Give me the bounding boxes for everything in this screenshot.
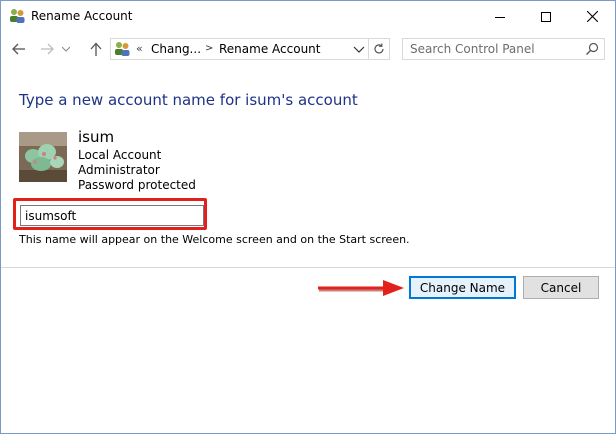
breadcrumb-separator[interactable]: > bbox=[205, 43, 213, 54]
breadcrumb-item-change[interactable]: Chang... bbox=[151, 42, 201, 56]
rename-account-window: Rename Account « Chang... > Rename Accou… bbox=[0, 0, 616, 434]
annotation-arrow bbox=[318, 280, 404, 296]
search-input[interactable]: Search Control Panel bbox=[402, 38, 605, 60]
back-button[interactable] bbox=[10, 40, 28, 58]
new-account-name-input[interactable] bbox=[20, 205, 204, 226]
divider bbox=[1, 267, 615, 268]
maximize-button[interactable] bbox=[523, 1, 569, 32]
search-icon[interactable] bbox=[585, 42, 599, 56]
name-hint-text: This name will appear on the Welcome scr… bbox=[19, 233, 410, 246]
change-name-button[interactable]: Change Name bbox=[409, 276, 516, 299]
window-title: Rename Account bbox=[31, 9, 133, 23]
users-icon bbox=[10, 9, 25, 23]
forward-arrow-icon bbox=[41, 43, 54, 55]
account-name: isum bbox=[78, 128, 115, 146]
search-placeholder: Search Control Panel bbox=[410, 42, 535, 56]
account-type: Local Account bbox=[78, 148, 162, 162]
account-password-status: Password protected bbox=[78, 178, 196, 192]
maximize-icon bbox=[541, 11, 551, 22]
account-picture bbox=[19, 132, 67, 182]
avatar bbox=[19, 132, 67, 182]
chevron-down-icon bbox=[62, 46, 70, 52]
refresh-icon bbox=[374, 43, 384, 54]
account-role: Administrator bbox=[78, 163, 160, 177]
cancel-button[interactable]: Cancel bbox=[523, 276, 599, 299]
forward-button[interactable] bbox=[38, 40, 56, 58]
refresh-button[interactable] bbox=[369, 38, 390, 60]
title-bar: Rename Account bbox=[1, 1, 615, 32]
navigation-bar: « Chang... > Rename Account Search Contr… bbox=[1, 34, 615, 64]
minimize-icon bbox=[495, 16, 505, 18]
recent-locations-dropdown[interactable] bbox=[61, 40, 71, 58]
close-icon bbox=[586, 11, 598, 22]
page-title: Type a new account name for isum's accou… bbox=[19, 91, 358, 109]
up-arrow-icon bbox=[90, 42, 102, 56]
minimize-button[interactable] bbox=[477, 1, 523, 32]
address-bar[interactable]: « Chang... > Rename Account bbox=[110, 38, 369, 60]
back-arrow-icon bbox=[12, 43, 25, 55]
users-icon bbox=[115, 42, 130, 56]
breadcrumb-item-rename-account[interactable]: Rename Account bbox=[219, 42, 320, 56]
chevron-down-icon[interactable] bbox=[353, 44, 365, 54]
up-button[interactable] bbox=[87, 40, 105, 58]
breadcrumb-overflow[interactable]: « bbox=[136, 42, 143, 55]
close-button[interactable] bbox=[569, 1, 615, 32]
